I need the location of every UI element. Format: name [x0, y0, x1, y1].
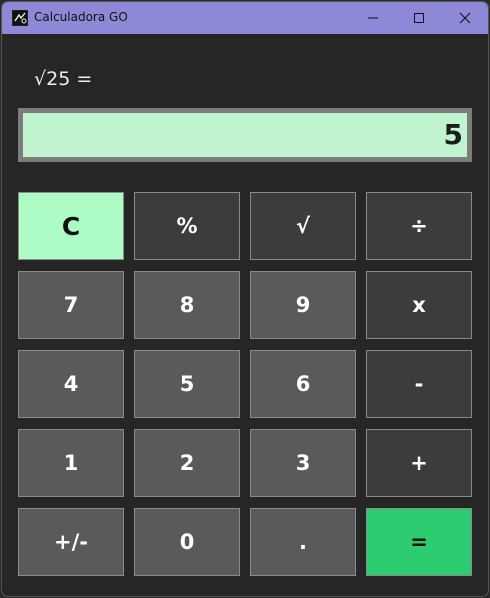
close-button[interactable]	[442, 2, 488, 34]
title-bar[interactable]: Calculadora GO	[2, 2, 488, 34]
clear-button[interactable]: C	[18, 192, 124, 260]
result-display: 5	[23, 113, 467, 157]
minimize-icon	[368, 17, 378, 19]
decimal-button[interactable]: .	[250, 508, 356, 576]
add-button[interactable]: +	[366, 429, 472, 497]
digit-6-button[interactable]: 6	[250, 350, 356, 418]
expression-label: √25 =	[34, 68, 93, 90]
close-icon	[459, 12, 471, 24]
digit-4-button[interactable]: 4	[18, 350, 124, 418]
maximize-button[interactable]	[396, 2, 442, 34]
minimize-button[interactable]	[350, 2, 396, 34]
maximize-icon	[414, 13, 424, 23]
digit-5-button[interactable]: 5	[134, 350, 240, 418]
digit-2-button[interactable]: 2	[134, 429, 240, 497]
equals-button[interactable]: =	[366, 508, 472, 576]
digit-9-button[interactable]: 9	[250, 271, 356, 339]
calculator-app-icon	[12, 10, 28, 26]
display-frame: 5	[18, 108, 472, 162]
calculator-window: Calculadora GO √25 = 5 C % √ ÷ 7 8 9 x 4…	[1, 1, 489, 597]
digit-3-button[interactable]: 3	[250, 429, 356, 497]
digit-1-button[interactable]: 1	[18, 429, 124, 497]
multiply-button[interactable]: x	[366, 271, 472, 339]
digit-0-button[interactable]: 0	[134, 508, 240, 576]
negate-button[interactable]: +/-	[18, 508, 124, 576]
divide-button[interactable]: ÷	[366, 192, 472, 260]
subtract-button[interactable]: -	[366, 350, 472, 418]
digit-7-button[interactable]: 7	[18, 271, 124, 339]
window-title: Calculadora GO	[34, 10, 128, 24]
square-root-button[interactable]: √	[250, 192, 356, 260]
digit-8-button[interactable]: 8	[134, 271, 240, 339]
percent-button[interactable]: %	[134, 192, 240, 260]
